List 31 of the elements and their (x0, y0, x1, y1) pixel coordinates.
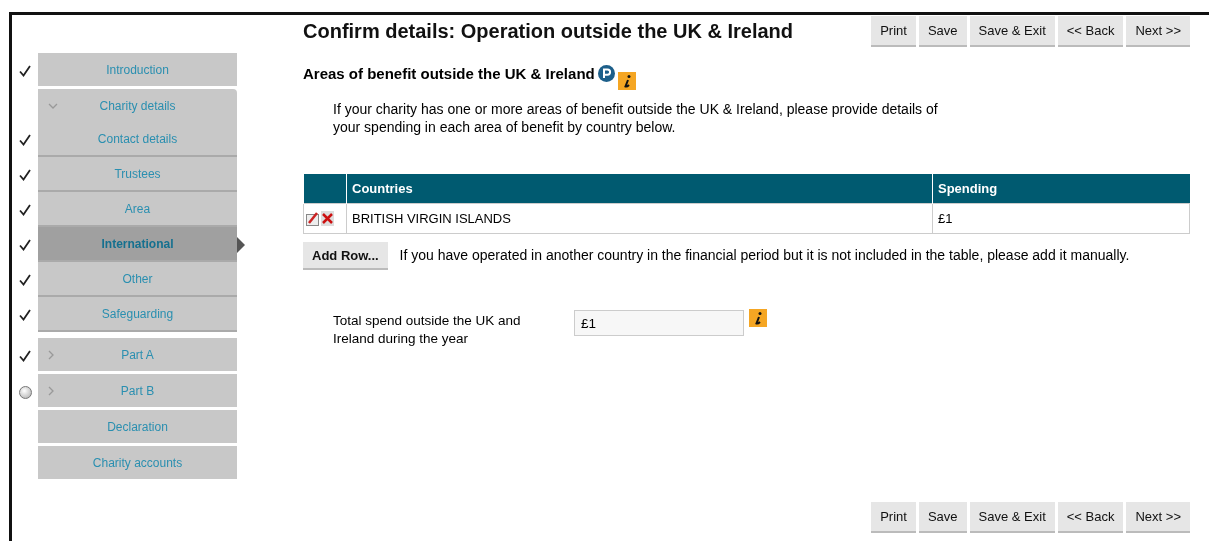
edit-icon[interactable] (306, 211, 320, 226)
table-cell: BRITISH VIRGIN ISLANDS (346, 203, 933, 234)
toolbar-button[interactable]: << Back (1057, 16, 1124, 47)
page-title: Confirm details: Operation outside the UK & Ireland (303, 20, 794, 43)
toolbar-button[interactable]: Print (871, 502, 916, 533)
column-header: Spending (932, 174, 1190, 204)
note-text: If you have operated in another country in the financial period but it is not included in the table, please add it manually. (399, 246, 1130, 263)
pointer-icon (237, 236, 245, 253)
add-row-button[interactable]: Add Row... (303, 242, 388, 270)
table-cell: £1 (932, 203, 1190, 234)
delete-icon[interactable] (321, 211, 334, 226)
info-icon[interactable] (749, 309, 767, 327)
toolbar-button[interactable]: Save & Exit (969, 16, 1055, 47)
intro-text: If your charity has one or more areas of benefit outside the UK & Ireland, please provide details of your spending in each area of benefit by country below. (333, 100, 939, 136)
chevron-right-icon (48, 349, 54, 360)
toolbar-button[interactable]: Save (918, 16, 967, 47)
toolbar-button[interactable]: << Back (1057, 502, 1124, 533)
table-header-cell (303, 174, 347, 204)
info-icon[interactable] (617, 72, 636, 90)
chevron-right-icon (48, 385, 54, 396)
total-field[interactable]: £1 (574, 310, 744, 336)
column-header: Countries (346, 174, 933, 204)
section-heading: Areas of benefit outside the UK & Ireland (303, 65, 595, 82)
toolbar-button[interactable]: Next >> (1126, 16, 1190, 47)
chevron-down-icon (48, 102, 58, 109)
toolbar-button[interactable]: Print (871, 16, 916, 47)
toolbar-button[interactable]: Save (918, 502, 967, 533)
p-badge-icon (597, 65, 615, 82)
field-label: Total spend outside the UK and Ireland during the year (333, 312, 522, 348)
toolbar-button[interactable]: Save & Exit (969, 502, 1055, 533)
toolbar-button[interactable]: Next >> (1126, 502, 1190, 533)
